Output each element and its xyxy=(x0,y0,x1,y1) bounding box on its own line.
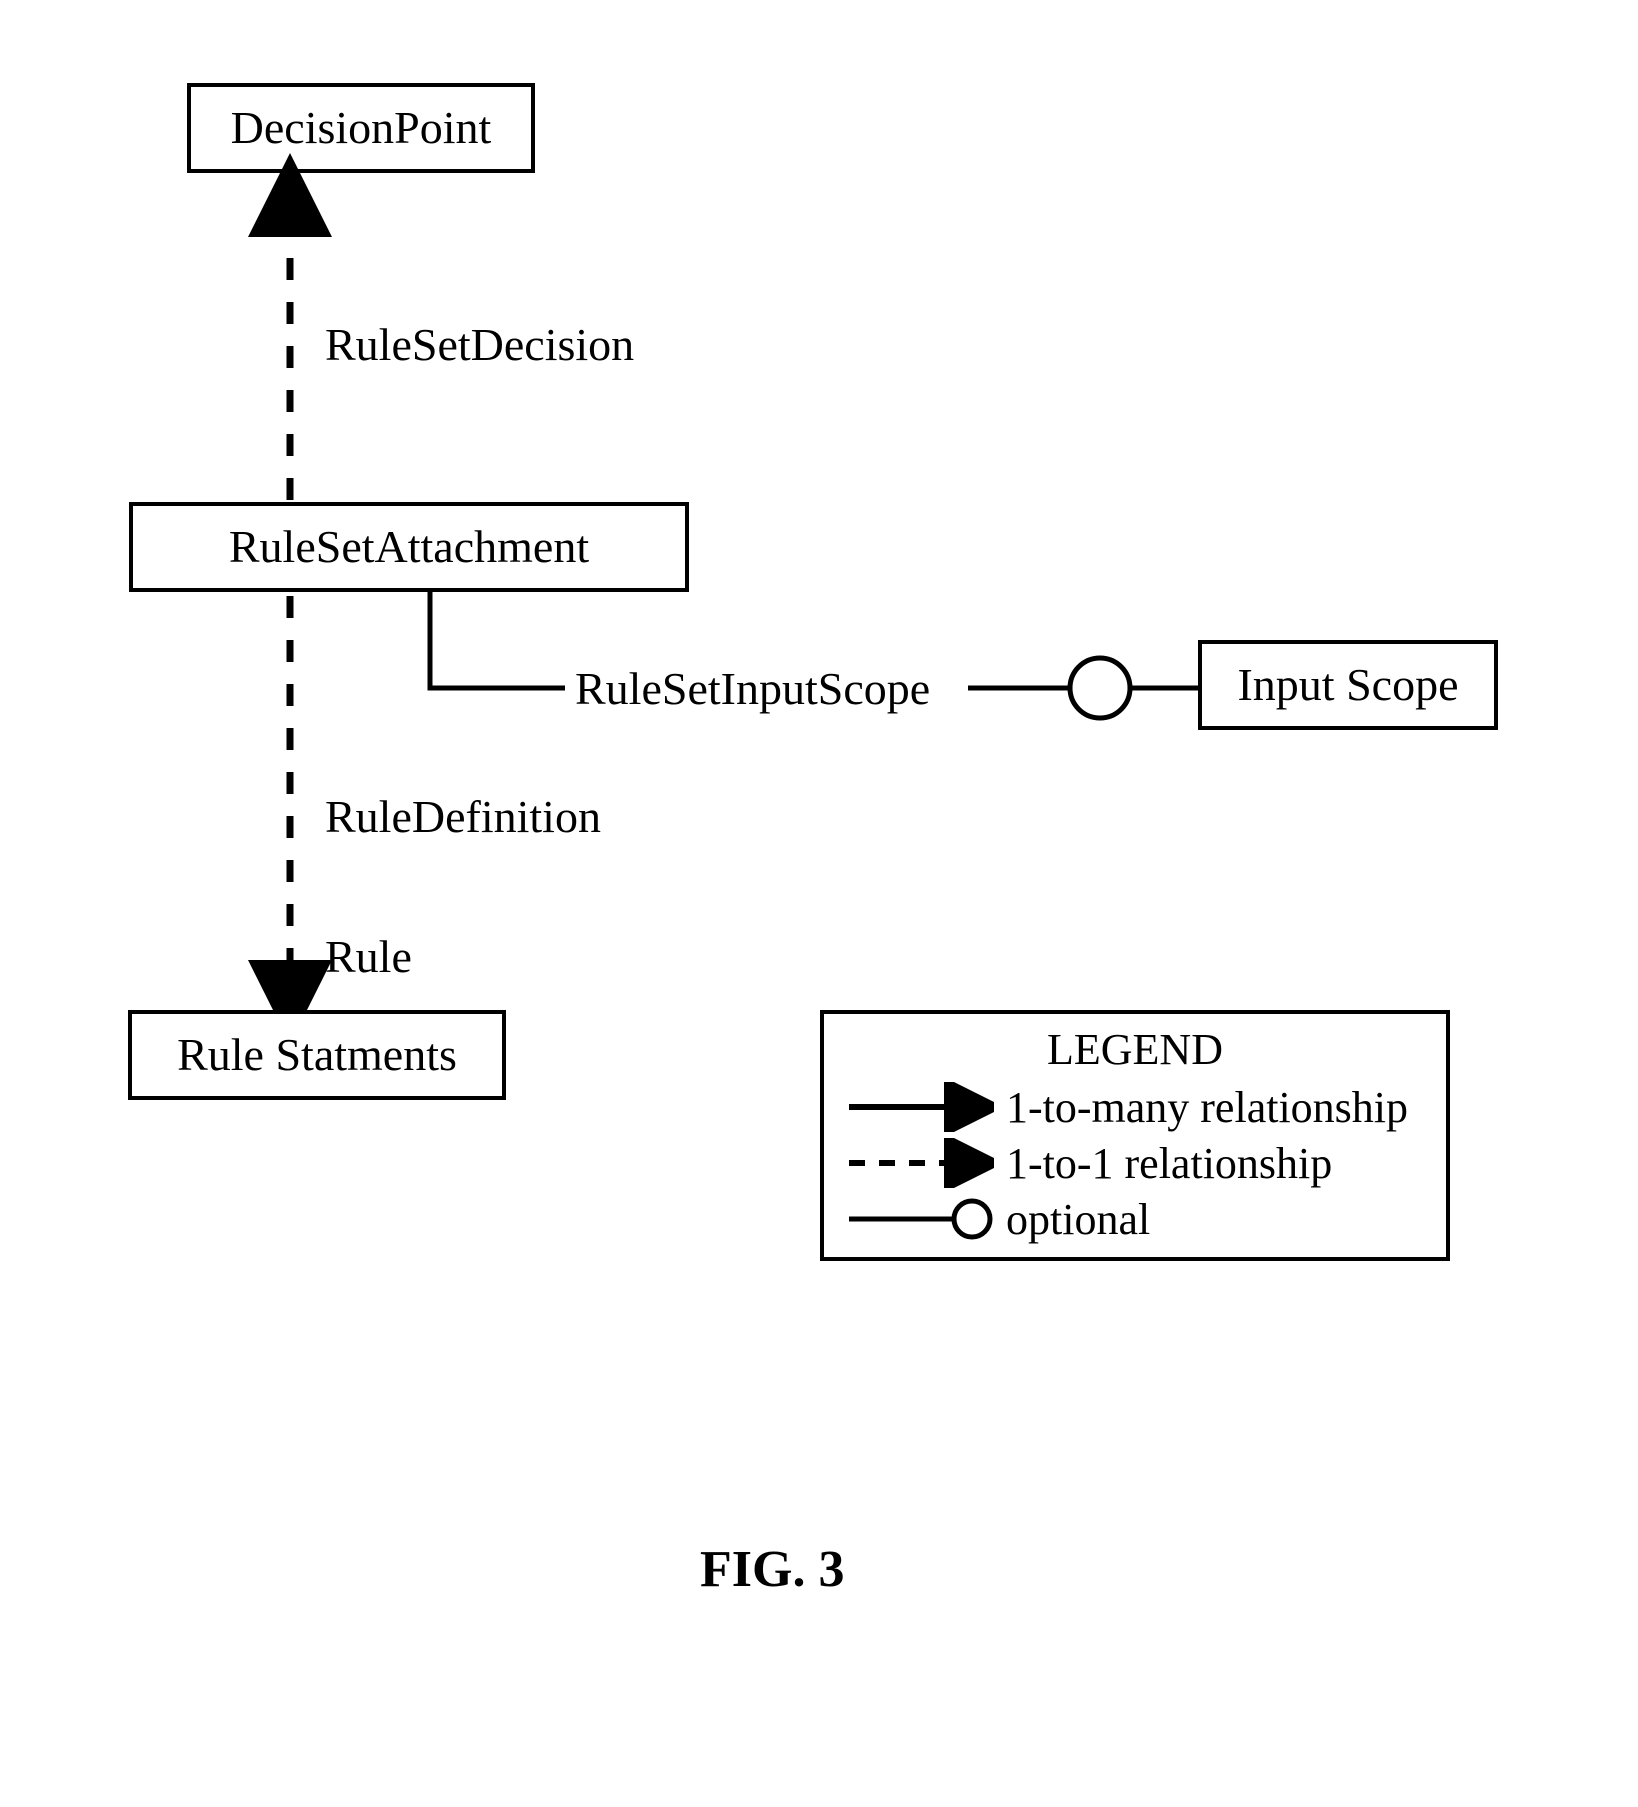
legend-one-to-one-label: 1-to-1 relationship xyxy=(1006,1138,1332,1189)
solid-arrow-icon xyxy=(844,1082,994,1132)
edge-rule-label: Rule xyxy=(325,930,412,983)
legend-one-to-many-label: 1-to-many relationship xyxy=(1006,1082,1408,1133)
node-rule-statements: Rule Statments xyxy=(128,1010,506,1100)
edge-rule-definition xyxy=(0,0,1638,1807)
optional-circle-icon xyxy=(844,1194,994,1244)
legend-title: LEGEND xyxy=(844,1024,1426,1075)
legend: LEGEND 1-to-many relationship xyxy=(820,1010,1450,1261)
legend-optional-label: optional xyxy=(1006,1194,1150,1245)
legend-row-one-to-many: 1-to-many relationship xyxy=(844,1079,1426,1135)
edge-rule-definition-label: RuleDefinition xyxy=(325,790,601,843)
diagram-stage: DecisionPoint RuleSetDecision RuleSetAtt… xyxy=(0,0,1638,1807)
dashed-arrow-icon xyxy=(844,1138,994,1188)
legend-row-one-to-one: 1-to-1 relationship xyxy=(844,1135,1426,1191)
figure-caption: FIG. 3 xyxy=(700,1540,844,1599)
legend-row-optional: optional xyxy=(844,1191,1426,1247)
node-rule-statements-label: Rule Statments xyxy=(177,1030,457,1081)
